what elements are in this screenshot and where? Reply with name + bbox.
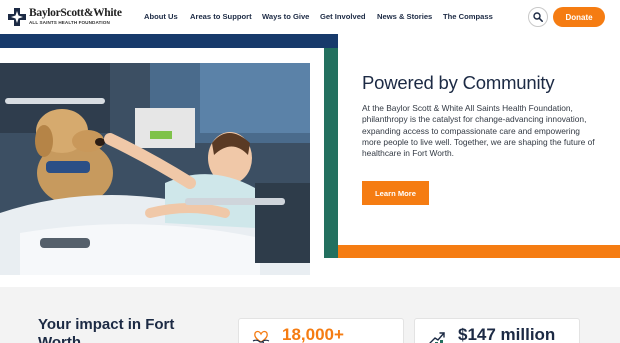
hero-description: At the Baylor Scott & White All Saints H… [362,103,595,159]
hero-photo-illustration [0,63,310,275]
nav-about-us[interactable]: About Us [144,12,178,21]
heart-hands-icon [252,330,270,343]
hero-photo [0,63,310,275]
hero-navy-corner [322,34,338,48]
hero-navy-band [0,34,326,48]
donate-button[interactable]: Donate [553,7,605,27]
search-button[interactable] [528,7,548,27]
nav-ways-to-give[interactable]: Ways to Give [262,12,309,21]
hero-title: Powered by Community [362,72,555,93]
logo-subtitle: ALL SAINTS HEALTH FOUNDATION [29,20,110,25]
nav-get-involved[interactable]: Get Involved [320,12,366,21]
logo-name: BaylorScott&White [29,7,122,19]
stat-value: 18,000+ [282,325,344,343]
stat-value: $147 million [458,325,556,343]
foundation-logo[interactable]: BaylorScott&White ALL SAINTS HEALTH FOUN… [8,6,122,28]
nav-the-compass[interactable]: The Compass [443,12,493,21]
site-header: BaylorScott&White ALL SAINTS HEALTH FOUN… [0,0,620,34]
nav-areas-to-support[interactable]: Areas to Support [190,12,252,21]
stat-card-dollars: $147 million [414,318,580,343]
hero-orange-band [338,245,620,258]
cross-logo-icon [8,8,26,26]
growth-chart-icon [429,332,445,343]
nav-news-stories[interactable]: News & Stories [377,12,432,21]
learn-more-button[interactable]: Learn More [362,181,429,205]
impact-title: Your impact in Fort Worth [38,316,175,343]
hero-green-band [324,34,338,258]
search-icon [533,12,543,22]
stat-card-donors: 18,000+ [238,318,404,343]
impact-section: Your impact in Fort Worth 18,000+ $147 m… [0,287,620,343]
